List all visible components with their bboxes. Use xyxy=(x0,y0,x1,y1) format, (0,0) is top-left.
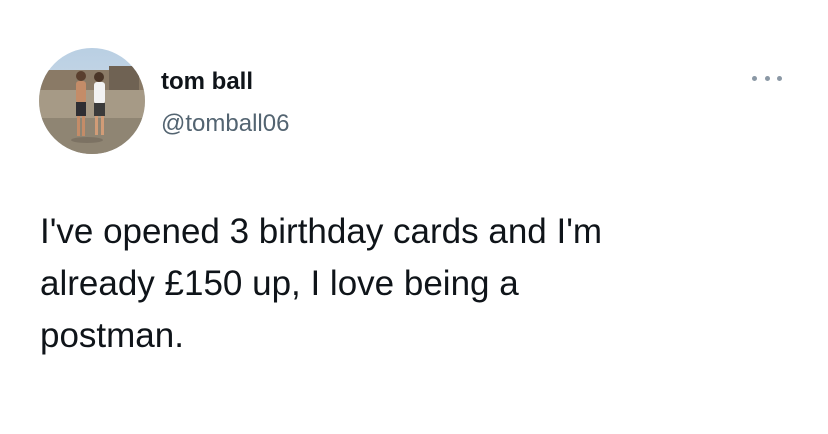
tweet-text-line: already £150 up, I love being a xyxy=(40,264,519,303)
author-display-name[interactable]: tom ball xyxy=(161,68,253,96)
author-handle[interactable]: @tomball06 xyxy=(161,110,289,138)
more-options-icon xyxy=(764,75,770,81)
author-avatar[interactable] xyxy=(39,48,145,154)
tweet-text-line: postman. xyxy=(40,316,184,355)
tweet-text: I've opened 3 birthday cards and I'm alr… xyxy=(40,206,800,362)
more-options-icon xyxy=(752,75,757,81)
tweet-card: tom ball @tomball06 I've opened 3 birthd… xyxy=(0,0,828,434)
avatar-photo-icon xyxy=(39,48,145,154)
more-options-icon xyxy=(777,75,782,81)
more-options-button[interactable] xyxy=(752,66,782,90)
tweet-text-line: I've opened 3 birthday cards and I'm xyxy=(40,212,603,251)
